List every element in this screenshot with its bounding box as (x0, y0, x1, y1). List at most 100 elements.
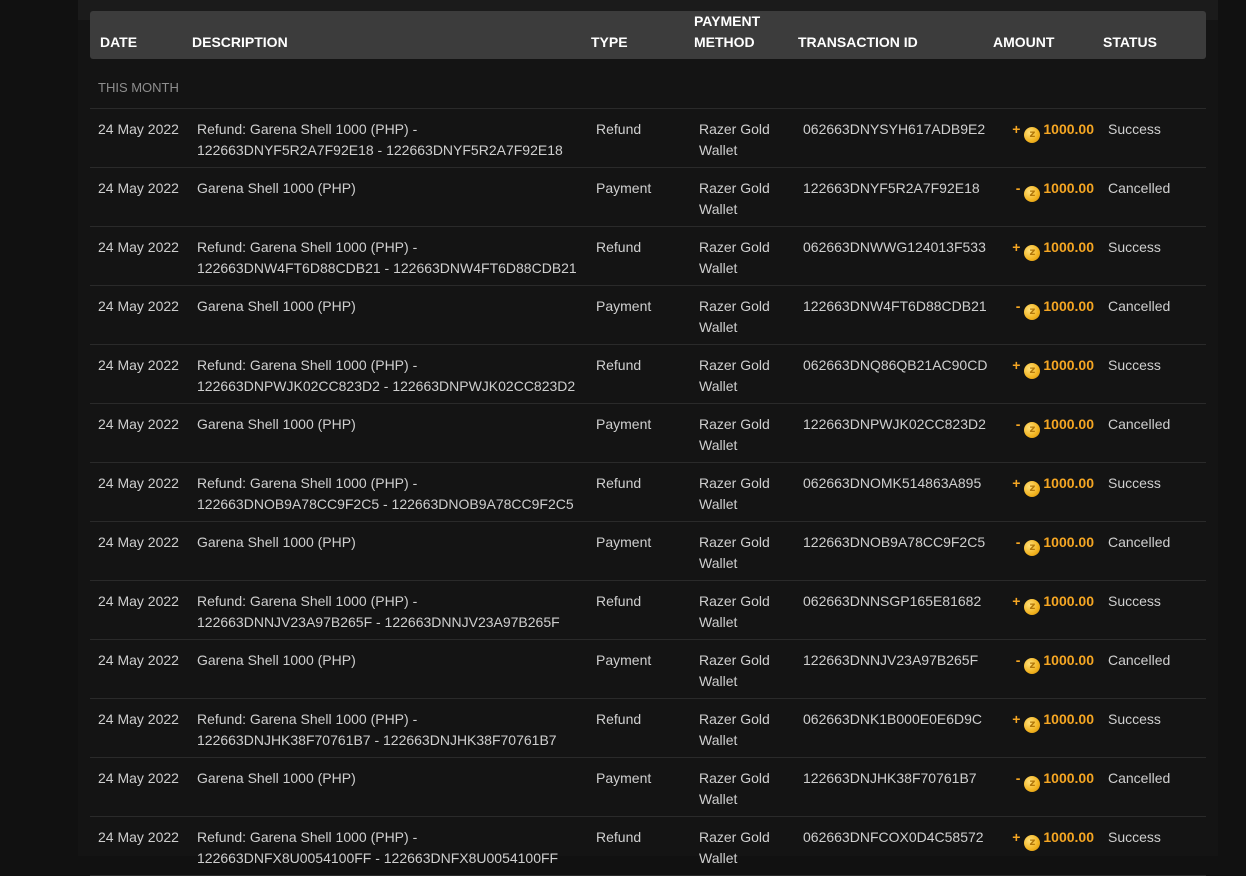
amount-value: 1000.00 (1043, 534, 1094, 550)
amount-sign: - (1015, 298, 1021, 314)
row-payment-method: Razer Gold Wallet (699, 532, 794, 574)
razer-gold-coin-icon: z (1024, 658, 1041, 674)
amount-sign: - (1015, 652, 1021, 668)
row-description: Refund: Garena Shell 1000 (PHP) - 122663D… (197, 473, 587, 515)
row-description-line2: 122663DNOB9A78CC9F2C5 - 122663DNOB9A78CC… (197, 496, 574, 512)
row-date: 24 May 2022 (98, 121, 179, 137)
razer-gold-coin-icon: z (1024, 363, 1041, 379)
column-header-amount[interactable]: AMOUNT (993, 32, 1054, 53)
table-row[interactable]: 24 May 2022 Refund: Garena Shell 1000 (PH… (90, 227, 1206, 286)
row-description-line1: Refund: Garena Shell 1000 (PHP) - (197, 711, 418, 727)
row-payment-method: Razer Gold Wallet (699, 591, 794, 633)
row-status: Success (1108, 475, 1161, 491)
column-header-payment-method-line1: PAYMENT (694, 13, 761, 29)
table-row[interactable]: 24 May 2022 Refund: Garena Shell 1000 (PH… (90, 581, 1206, 640)
column-header-status[interactable]: STATUS (1103, 32, 1157, 53)
amount-sign: - (1015, 770, 1021, 786)
razer-gold-coin-icon: z (1024, 245, 1041, 261)
row-description: Garena Shell 1000 (PHP) (197, 178, 587, 199)
table-row[interactable]: 24 May 2022 Refund: Garena Shell 1000 (PH… (90, 817, 1206, 876)
row-payment-method-line2: Wallet (699, 673, 738, 689)
table-row[interactable]: 24 May 2022 Garena Shell 1000 (PHP) Paymen… (90, 286, 1206, 345)
razer-gold-coin-icon: z (1024, 776, 1041, 792)
amount-value: 1000.00 (1043, 121, 1094, 137)
amount-sign: + (1012, 121, 1021, 137)
row-description: Garena Shell 1000 (PHP) (197, 768, 587, 789)
column-header-transaction-id[interactable]: TRANSACTION ID (798, 32, 918, 53)
row-payment-method-line2: Wallet (699, 142, 738, 158)
row-description-line2: 122663DNFX8U0054100FF - 122663DNFX8U0054… (197, 850, 559, 866)
column-header-type[interactable]: TYPE (591, 32, 628, 53)
row-date: 24 May 2022 (98, 416, 179, 432)
amount-sign: + (1012, 711, 1021, 727)
transaction-table: DATE DESCRIPTION TYPE PAYMENT METHOD TRA… (90, 11, 1206, 876)
row-type: Payment (596, 180, 652, 196)
razer-gold-coin-icon: z (1024, 481, 1041, 497)
amount-sign: - (1015, 416, 1021, 432)
row-transaction-id: 122663DNJHK38F70761B7 (803, 770, 977, 786)
row-date: 24 May 2022 (98, 652, 179, 668)
row-description-line2: 122663DNYF5R2A7F92E18 - 122663DNYF5R2A7F… (197, 142, 563, 158)
row-amount: + z 1000.00 (1002, 709, 1094, 733)
row-payment-method-line1: Razer Gold (699, 829, 770, 845)
razer-gold-coin-icon: z (1024, 540, 1041, 556)
row-description-line1: Garena Shell 1000 (PHP) (197, 416, 356, 432)
row-payment-method: Razer Gold Wallet (699, 650, 794, 692)
table-row[interactable]: 24 May 2022 Refund: Garena Shell 1000 (PH… (90, 345, 1206, 404)
row-date: 24 May 2022 (98, 357, 179, 373)
row-description-line2: 122663DNPWJK02CC823D2 - 122663DNPWJK02CC… (197, 378, 576, 394)
row-type: Payment (596, 534, 652, 550)
row-amount: - z 1000.00 (1002, 768, 1094, 792)
table-row[interactable]: 24 May 2022 Refund: Garena Shell 1000 (PH… (90, 463, 1206, 522)
razer-gold-coin-icon: z (1024, 717, 1041, 733)
row-payment-method-line1: Razer Gold (699, 711, 770, 727)
row-transaction-id: 122663DNPWJK02CC823D2 (803, 416, 986, 432)
row-payment-method: Razer Gold Wallet (699, 119, 794, 161)
row-date: 24 May 2022 (98, 180, 179, 196)
amount-value: 1000.00 (1043, 652, 1094, 668)
table-row[interactable]: 24 May 2022 Garena Shell 1000 (PHP) Paymen… (90, 522, 1206, 581)
row-amount: - z 1000.00 (1002, 414, 1094, 438)
row-transaction-id: 062663DNNSGP165E81682 (803, 593, 982, 609)
row-payment-method-line1: Razer Gold (699, 298, 770, 314)
row-description-line2: 122663DNNJV23A97B265F - 122663DNNJV23A97… (197, 614, 560, 630)
row-status: Success (1108, 593, 1161, 609)
table-row[interactable]: 24 May 2022 Garena Shell 1000 (PHP) Paymen… (90, 758, 1206, 817)
row-status: Success (1108, 711, 1161, 727)
amount-sign: + (1012, 593, 1021, 609)
row-payment-method-line2: Wallet (699, 319, 738, 335)
column-header-description[interactable]: DESCRIPTION (192, 32, 288, 53)
table-row[interactable]: 24 May 2022 Garena Shell 1000 (PHP) Paymen… (90, 168, 1206, 227)
row-date: 24 May 2022 (98, 534, 179, 550)
row-payment-method-line1: Razer Gold (699, 534, 770, 550)
amount-sign: + (1012, 829, 1021, 845)
row-payment-method-line1: Razer Gold (699, 475, 770, 491)
row-amount: - z 1000.00 (1002, 650, 1094, 674)
row-date: 24 May 2022 (98, 239, 179, 255)
column-header-date[interactable]: DATE (100, 32, 137, 53)
table-row[interactable]: 24 May 2022 Refund: Garena Shell 1000 (PH… (90, 109, 1206, 168)
row-status: Cancelled (1108, 770, 1171, 786)
amount-sign: + (1012, 357, 1021, 373)
row-type: Refund (596, 829, 642, 845)
row-status: Cancelled (1108, 534, 1171, 550)
row-status: Success (1108, 121, 1161, 137)
row-type: Refund (596, 357, 642, 373)
row-status: Cancelled (1108, 180, 1171, 196)
column-header-payment-method[interactable]: PAYMENT METHOD (694, 11, 760, 53)
row-description: Refund: Garena Shell 1000 (PHP) - 122663D… (197, 237, 587, 279)
table-row[interactable]: 24 May 2022 Garena Shell 1000 (PHP) Paymen… (90, 640, 1206, 699)
table-row[interactable]: 24 May 2022 Garena Shell 1000 (PHP) Paymen… (90, 404, 1206, 463)
row-payment-method-line1: Razer Gold (699, 121, 770, 137)
row-transaction-id: 122663DNOB9A78CC9F2C5 (803, 534, 986, 550)
row-payment-method: Razer Gold Wallet (699, 827, 794, 869)
amount-value: 1000.00 (1043, 475, 1094, 491)
row-transaction-id: 062663DNOMK514863A895 (803, 475, 982, 491)
row-description-line1: Refund: Garena Shell 1000 (PHP) - (197, 475, 418, 491)
row-date: 24 May 2022 (98, 711, 179, 727)
row-type: Refund (596, 711, 642, 727)
row-description-line2: 122663DNJHK38F70761B7 - 122663DNJHK38F70… (197, 732, 557, 748)
row-description-line1: Garena Shell 1000 (PHP) (197, 770, 356, 786)
row-description-line1: Refund: Garena Shell 1000 (PHP) - (197, 239, 418, 255)
table-row[interactable]: 24 May 2022 Refund: Garena Shell 1000 (PH… (90, 699, 1206, 758)
